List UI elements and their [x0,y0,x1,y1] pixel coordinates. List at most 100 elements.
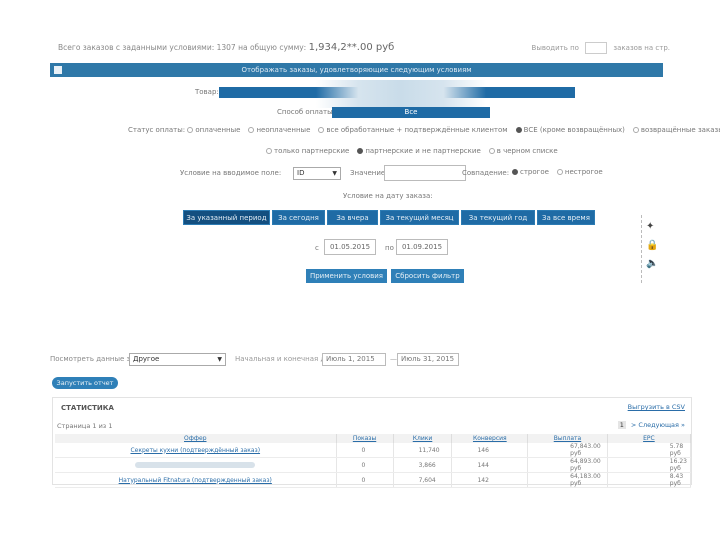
summary-text: Всего заказов с заданными условиями: 130… [58,43,307,52]
export-csv-link[interactable]: Выгрузить в CSV [628,403,685,411]
radio-icon[interactable] [632,127,639,133]
run-report-button[interactable]: Запустить отчет [52,377,118,389]
radio-icon[interactable] [488,148,495,154]
payment-status-option-label: оплаченные [195,126,241,134]
end-date-input[interactable]: Июль 31, 2015 [397,353,459,366]
period-button[interactable]: За текущий месяц [380,210,459,225]
payment-status-row: Статус оплаты: оплаченные неоплаченные все… [128,126,720,134]
column-header[interactable]: Показы [336,434,394,443]
cell-epc: 5.78 руб [607,443,692,458]
payment-status-option[interactable]: неоплаченные [248,126,310,134]
cell-payout: 67,843.00 руб [527,443,608,458]
period-button[interactable]: За все время [537,210,595,225]
radio-icon[interactable] [187,127,194,133]
date-condition-label: Условие на дату заказа: [343,192,433,200]
date-from-input[interactable]: 01.05.2015 [324,239,376,255]
table-row: Натуральный Fitnatura (подтвержденный за… [55,472,692,488]
apply-conditions-button[interactable]: Применить условия [306,269,387,283]
field-select[interactable]: ID ▼ [293,167,341,180]
date-separator: — [390,355,397,363]
payment-status-option-label: возвращённые заказы [640,126,720,134]
per-page-input[interactable] [585,42,608,54]
partner-option-label: в черном списке [496,147,558,155]
payment-status-option-label: неоплаченные [256,126,311,134]
filter-panel: Отображать заказы, удовлетворяющие следу… [50,63,720,283]
per-page-label-right: заказов на стр. [613,44,670,52]
filter-panel-header: Отображать заказы, удовлетворяющие следу… [50,63,663,77]
column-header[interactable]: Выплата [527,434,608,443]
per-page-control: Выводить по заказов на стр. [532,42,670,54]
view-data-select[interactable]: Другое ▼ [129,353,226,366]
match-options: строгое нестрогое [512,168,611,176]
per-page-label-left: Выводить по [531,44,579,52]
start-date-input[interactable]: Июль 1, 2015 [322,353,386,366]
radio-icon[interactable] [266,148,272,154]
payment-status-option-label: ВСЕ (кроме возвращённых) [523,126,625,134]
offer-link[interactable] [55,457,337,473]
date-from-label: с [315,244,319,252]
partner-option[interactable]: партнерские и не партнерские [357,147,481,155]
field-select-value: ID [297,169,305,177]
pagination: 1 > Следующая » [617,421,685,429]
period-button[interactable]: За сегодня [272,210,325,225]
payment-status-option[interactable]: все обработанные + подтверждённые клиент… [318,126,508,134]
radio-icon[interactable] [248,127,255,133]
partner-option-label: партнерские и не партнерские [365,147,481,155]
cell-clicks: 7,604 [393,472,453,488]
table-row: 0 3,866 144 64,893.00 руб 16.23 руб [55,457,692,473]
table-row: Секреты кухни (подтверждённый заказ) 0 11,… [55,443,692,458]
date-to-input[interactable]: 01.09.2015 [396,239,448,255]
payment-status-option[interactable]: оплаченные [187,126,240,134]
cell-payout: 64,183.00 руб [527,472,608,488]
collapse-icon[interactable] [54,66,62,74]
partner-row: только партнерские партнерские и не партн… [266,147,566,155]
period-button[interactable]: За указанный период [183,210,270,225]
pager-current-page[interactable]: 1 [617,421,626,429]
match-option[interactable]: строгое [512,168,549,176]
radio-icon[interactable] [515,127,522,133]
match-option[interactable]: нестрогое [556,168,603,176]
page-indicator: Страница 1 из 1 [57,422,113,430]
cell-payout: 64,893.00 руб [527,457,608,473]
payment-method-select[interactable]: Все [332,107,490,118]
field-condition-label: Условие на вводимое поле: [180,169,282,177]
cell-shows: 0 [336,457,394,473]
period-button[interactable]: За текущий год [461,210,535,225]
column-header[interactable]: Клики [393,434,453,443]
match-option-label: нестрогое [564,168,603,176]
reset-filter-button[interactable]: Сбросить фильтр [391,269,464,283]
chevron-down-icon: ▼ [217,356,222,363]
column-header[interactable]: EPC [607,434,692,443]
offer-link[interactable]: Натуральный Fitnatura (подтвержденный за… [55,472,337,488]
cell-shows: 0 [336,443,394,458]
pager-next-link[interactable]: > Следующая » [631,421,685,429]
radio-icon[interactable] [556,169,563,175]
radio-icon[interactable] [512,169,518,175]
value-input[interactable] [384,165,466,181]
cell-epc: 16.23 руб [607,457,692,473]
match-label: Совпадение: [462,169,510,177]
column-header[interactable]: Конверсия [451,434,529,443]
offer-link[interactable]: Секреты кухни (подтверждённый заказ) [55,443,337,458]
cell-shows: 0 [336,472,394,488]
redacted-blur [316,80,486,108]
payment-status-option[interactable]: возвращённые заказы [632,126,720,134]
view-data-label: Посмотреть данные за: [50,355,137,363]
payment-method-label: Способ оплаты: [277,108,336,116]
period-button[interactable]: За вчера [327,210,378,225]
partner-option[interactable]: только партнерские [266,147,349,155]
radio-icon[interactable] [357,148,364,154]
partner-option[interactable]: в черном списке [488,147,558,155]
payment-status-option[interactable]: ВСЕ (кроме возвращённых) [515,126,625,134]
radio-icon[interactable] [318,127,325,133]
cell-clicks: 3,866 [393,457,453,473]
chevron-down-icon: ▼ [332,170,337,177]
period-buttons: За указанный период За сегодня За вчера За … [183,210,595,225]
summary-amount: 1,934,2**.00 руб [308,42,395,53]
column-header[interactable]: Оффер [55,434,337,443]
statistics-table: Оффер Показы Клики Конверсия Выплата EPC Секр… [55,434,692,488]
speaker-icon[interactable]: 🔈 [646,258,658,269]
product-label: Товар: [195,88,219,96]
lock-icon[interactable]: 🔒 [646,240,658,251]
star-icon[interactable]: ✦ [646,221,654,232]
